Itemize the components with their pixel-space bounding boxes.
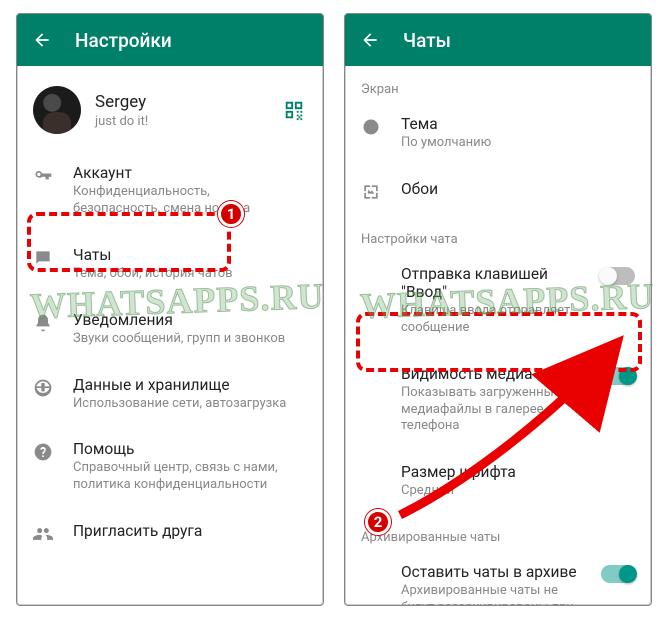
row-title: Уведомления [73,311,299,329]
row-chats[interactable]: Чаты Тема, обои, история чатов [17,232,323,297]
profile-status: just do it! [95,114,281,129]
wallpaper-icon [361,182,381,202]
row-media-visibility[interactable]: Видимость медиа Показывать загруженные м… [345,351,651,450]
people-icon [33,524,53,544]
profile-name: Sergey [95,92,281,112]
phone-chats: Чаты Экран Тема По умолчанию Обои Настро… [344,13,652,606]
row-title: Размер шрифта [401,463,627,481]
arrow-back-icon [360,30,380,50]
row-title: Данные и хранилище [73,376,299,394]
row-title: Аккаунт [73,164,299,182]
profile-row[interactable]: Sergey just do it! [17,66,323,150]
row-keep-archived[interactable]: Оставить чаты в архиве Архивированные ча… [345,549,651,606]
bell-icon [33,313,53,333]
row-sub: Архивированные чаты не будут разархивиро… [401,583,589,606]
row-title: Видимость медиа [401,365,589,383]
row-title: Тема [401,115,627,133]
row-title: Чаты [73,246,299,264]
row-title: Обои [401,180,627,198]
key-icon [33,166,53,186]
section-screen: Экран [345,66,651,101]
row-data[interactable]: Данные и хранилище Использование сети, а… [17,362,323,427]
row-theme[interactable]: Тема По умолчанию [345,101,651,166]
row-sub: Справочный центр, связь с нами, политика… [73,460,299,494]
back-button[interactable] [31,29,53,51]
row-title: Отправка клавишей "Ввод" [401,265,589,301]
qr-button[interactable] [281,97,307,123]
phone-settings: Настройки Sergey just do it! Аккаунт Кон… [16,13,324,606]
section-archived: Архивированные чаты [345,514,651,549]
row-enter-send[interactable]: Отправка клавишей "Ввод" Клавиша ввода о… [345,251,651,351]
arrow-back-icon [32,30,52,50]
appbar-settings: Настройки [17,14,323,66]
row-title: Оставить чаты в архиве [401,563,589,581]
qr-icon [283,99,305,121]
avatar [33,86,81,134]
row-wallpaper[interactable]: Обои [345,166,651,216]
row-help[interactable]: Помощь Справочный центр, связь с нами, п… [17,426,323,508]
toggle-enter[interactable] [601,267,635,285]
row-sub: Клавиша ввода отправляет сообщение [401,303,589,337]
row-sub: Показывать загруженные медиафайлы в гале… [401,385,589,436]
back-button[interactable] [359,29,381,51]
help-icon [33,442,53,462]
row-account[interactable]: Аккаунт Конфиденциальность, безопасность… [17,150,323,232]
row-title: Пригласить друга [73,522,299,540]
toggle-archive[interactable] [601,565,635,583]
row-sub: Использование сети, автозагрузка [73,396,299,413]
section-chat-settings: Настройки чата [345,216,651,251]
appbar-title: Чаты [403,29,451,52]
row-sub: Тема, обои, история чатов [73,266,299,283]
row-font-size[interactable]: Размер шрифта Средний [345,449,651,514]
toggle-media[interactable] [601,367,635,385]
row-sub: Звуки сообщений, групп и звонков [73,331,299,348]
chat-icon [33,248,53,268]
data-icon [33,378,53,398]
row-title: Помощь [73,440,299,458]
row-invite[interactable]: Пригласить друга [17,508,323,558]
appbar-title: Настройки [75,29,172,52]
theme-icon [361,117,381,137]
row-sub: Конфиденциальность, безопасность, смена … [73,184,299,218]
appbar-chats: Чаты [345,14,651,66]
row-sub: По умолчанию [401,135,627,152]
row-notifications[interactable]: Уведомления Звуки сообщений, групп и зво… [17,297,323,362]
row-sub: Средний [401,483,627,500]
